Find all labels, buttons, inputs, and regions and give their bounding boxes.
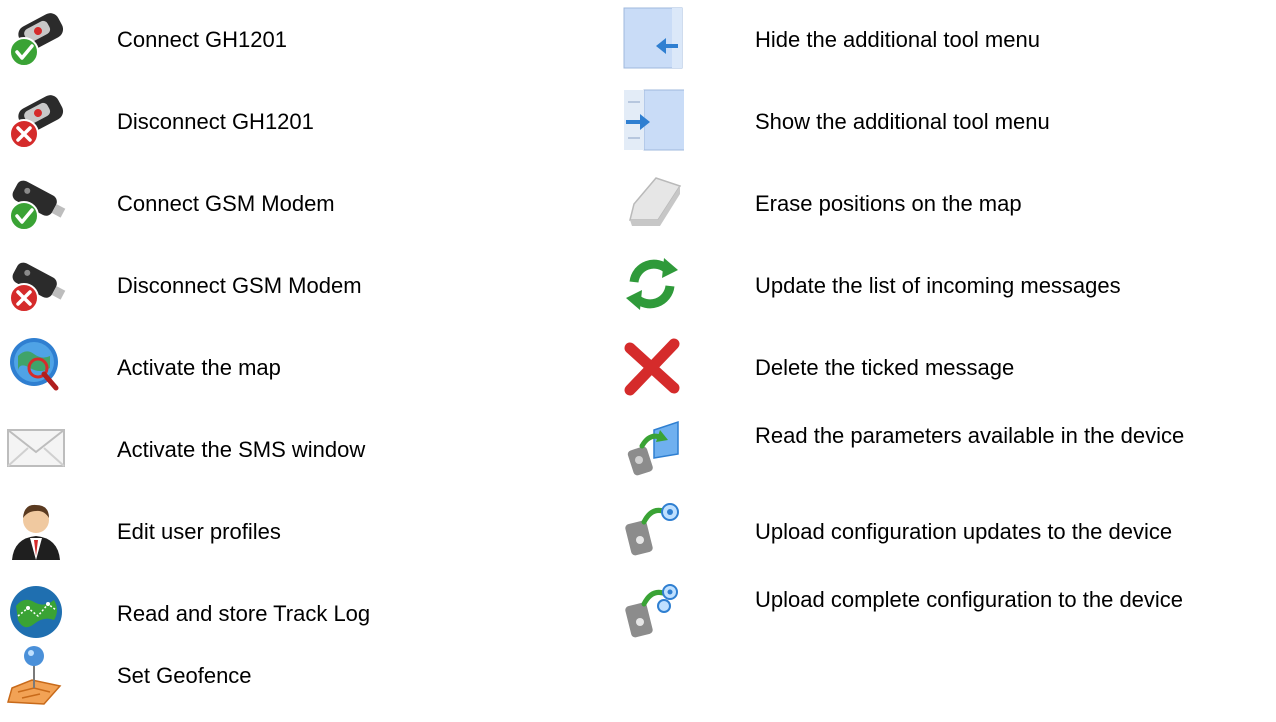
legend-item-erase-positions: Erase positions on the map — [610, 170, 1276, 250]
device-connect-icon — [4, 6, 68, 70]
legend-item-activate-map: Activate the map — [0, 334, 600, 414]
legend-label: Connect GSM Modem — [117, 191, 335, 216]
envelope-icon — [4, 416, 68, 480]
legend-item-edit-user-profiles: Edit user profiles — [0, 498, 600, 578]
legend-item-activate-sms: Activate the SMS window — [0, 416, 600, 496]
legend-item-upload-updates: Upload configuration updates to the devi… — [610, 498, 1276, 578]
map-magnifier-icon — [4, 334, 68, 398]
legend-item-set-geofence: Set Geofence — [0, 642, 600, 722]
legend-item-upload-complete: Upload complete configuration to the dev… — [610, 580, 1276, 660]
legend-item-connect-gh1201: Connect GH1201 — [0, 6, 600, 86]
map-pin-icon — [4, 642, 68, 706]
legend-item-update-messages: Update the list of incoming messages — [610, 252, 1276, 332]
legend-item-delete-message: Delete the ticked message — [610, 334, 1276, 414]
legend-label: Upload complete configuration to the dev… — [755, 587, 1184, 612]
legend-item-read-parameters: Read the parameters available in the dev… — [610, 416, 1276, 496]
read-params-icon — [620, 416, 684, 480]
globe-track-icon — [4, 580, 68, 644]
eraser-icon — [620, 170, 684, 234]
legend-label: Disconnect GSM Modem — [117, 273, 362, 298]
refresh-icon — [620, 252, 684, 316]
user-profile-icon — [4, 498, 68, 562]
legend-label: Hide the additional tool menu — [755, 27, 1040, 52]
legend-item-show-tool-menu: Show the additional tool menu — [610, 88, 1276, 168]
show-panel-icon — [620, 88, 684, 152]
legend-label: Read and store Track Log — [117, 601, 371, 626]
legend-label: Set Geofence — [117, 663, 252, 688]
device-disconnect-icon — [4, 88, 68, 152]
legend-item-disconnect-gh1201: Disconnect GH1201 — [0, 88, 600, 168]
legend-label: Activate the SMS window — [117, 437, 366, 462]
legend-label: Disconnect GH1201 — [117, 109, 314, 134]
legend-item-connect-gsm-modem: Connect GSM Modem — [0, 170, 600, 250]
legend-item-disconnect-gsm-modem: Disconnect GSM Modem — [0, 252, 600, 332]
delete-x-icon — [620, 334, 684, 398]
legend-label: Activate the map — [117, 355, 281, 380]
upload-updates-icon — [620, 498, 684, 562]
legend-label: Edit user profiles — [117, 519, 281, 544]
legend-label: Connect GH1201 — [117, 27, 287, 52]
modem-connect-icon — [4, 170, 68, 234]
legend-label: Erase positions on the map — [755, 191, 1022, 216]
modem-disconnect-icon — [4, 252, 68, 316]
legend-label: Delete the ticked message — [755, 355, 1015, 380]
legend-label: Show the additional tool menu — [755, 109, 1050, 134]
upload-complete-icon — [620, 580, 684, 644]
legend-label: Upload configuration updates to the devi… — [755, 519, 1173, 544]
legend-item-hide-tool-menu: Hide the additional tool menu — [610, 6, 1276, 86]
legend-label: Update the list of incoming messages — [755, 273, 1121, 298]
legend-label: Read the parameters available in the dev… — [755, 423, 1185, 448]
hide-panel-icon — [620, 6, 684, 70]
